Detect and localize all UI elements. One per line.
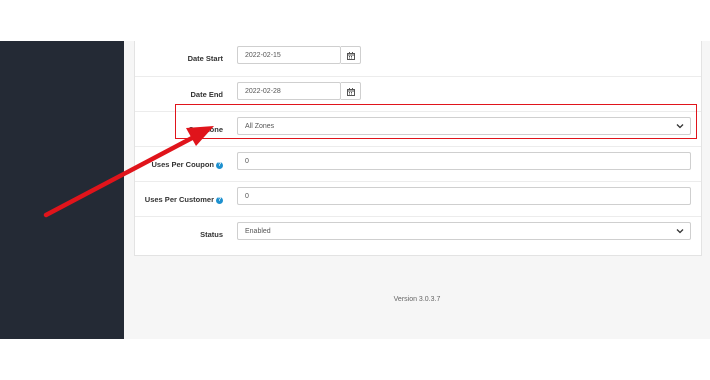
annotation-arrow-icon bbox=[43, 126, 214, 218]
